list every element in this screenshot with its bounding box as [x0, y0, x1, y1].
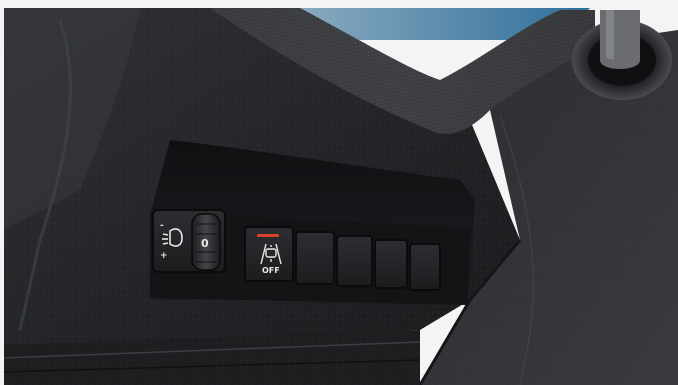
blank-switch-1[interactable] — [295, 231, 335, 285]
leveller-minus-mark: - — [160, 221, 164, 231]
blank-switch-3[interactable] — [374, 239, 408, 289]
blank-switch-4[interactable] — [409, 243, 441, 291]
lane-assist-off-label: OFF — [262, 266, 280, 275]
leveller-thumbwheel[interactable]: 0 — [191, 213, 221, 271]
lane-assist-off-button[interactable]: OFF — [244, 226, 294, 282]
indicator-led — [257, 234, 279, 237]
blank-switch-2[interactable] — [336, 235, 373, 287]
leveller-plus-mark: + — [160, 251, 168, 261]
dashboard-photo: - + 0 OFF — [0, 0, 678, 385]
leveller-dial-value: 0 — [201, 237, 209, 250]
headlight-leveller-control[interactable]: - + 0 — [152, 209, 226, 273]
